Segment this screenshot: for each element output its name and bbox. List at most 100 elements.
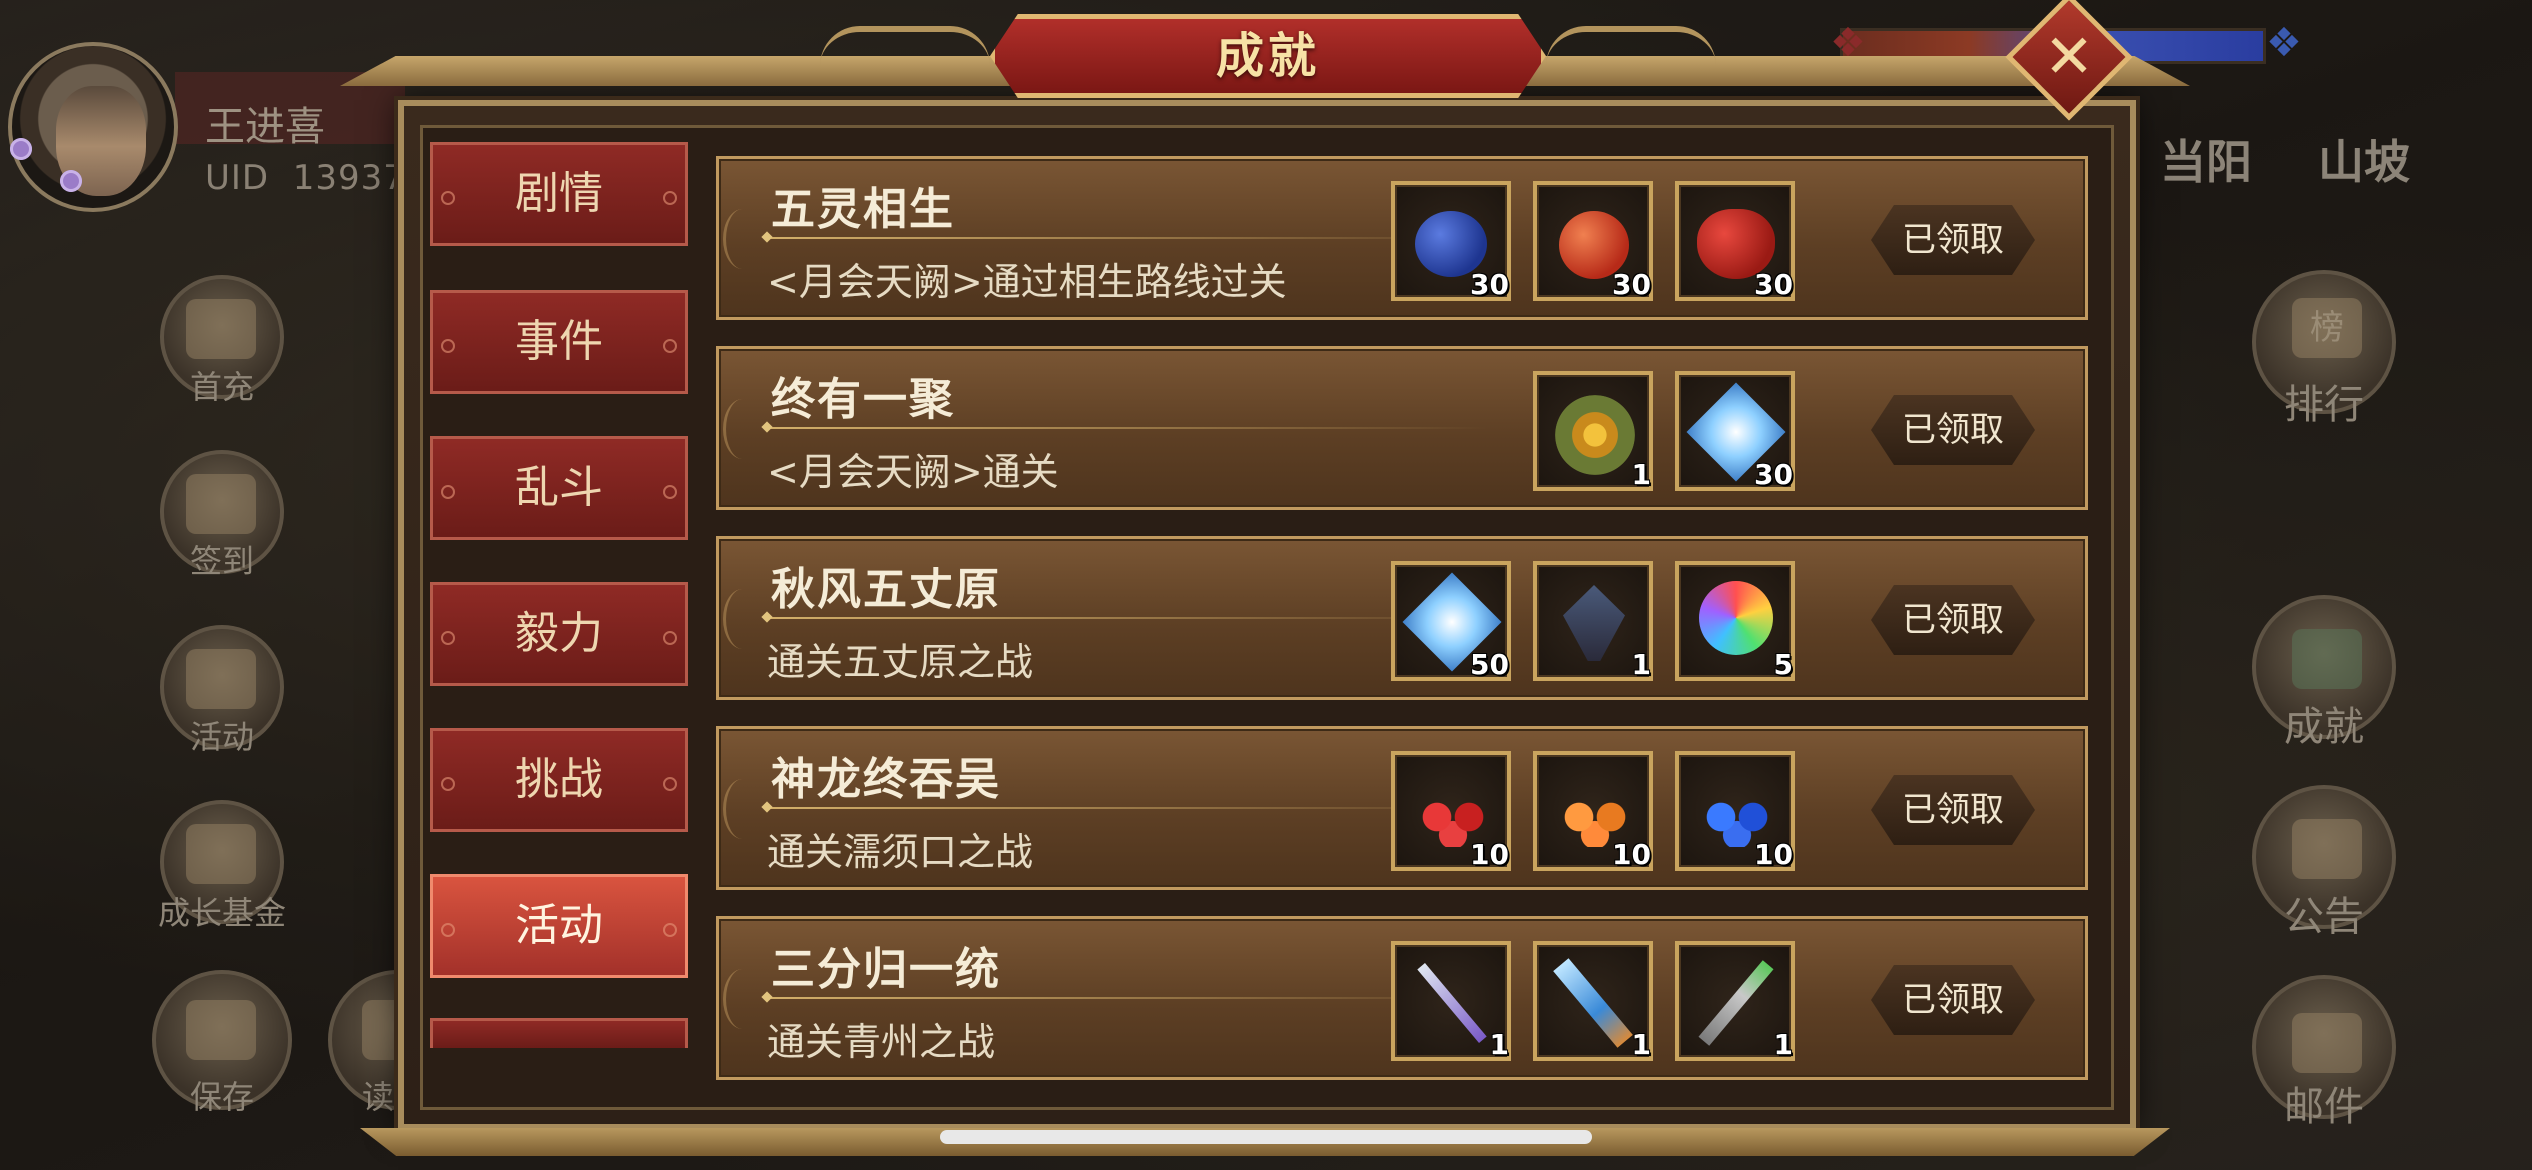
claimed-button[interactable]: 已领取	[1871, 585, 2035, 655]
green-halberd-icon	[1698, 960, 1774, 1046]
menu-label: 签到	[189, 542, 254, 580]
blue-blade-icon	[1553, 958, 1633, 1048]
reward-count: 1	[1631, 1028, 1651, 1061]
menu-label: 排行	[2284, 382, 2364, 428]
flower-decoration-icon	[60, 170, 82, 192]
home-indicator-bar[interactable]	[940, 1130, 1592, 1144]
dark-crossbow-icon	[1563, 585, 1625, 661]
achievement-desc: 通关五丈原之战	[767, 640, 1034, 684]
achievement-desc: 通关青州之战	[767, 1020, 996, 1064]
player-avatar[interactable]	[8, 42, 178, 212]
menu-label: 公告	[2284, 894, 2364, 940]
book-sign-icon	[186, 474, 256, 534]
claimed-button[interactable]: 已领取	[1871, 205, 2035, 275]
reward-slot[interactable]: 30	[1533, 181, 1653, 301]
reward-slot[interactable]: 10	[1675, 751, 1795, 871]
gift-pot-icon	[186, 299, 256, 359]
reward-count: 5	[1773, 648, 1793, 681]
reward-slot[interactable]: 10	[1391, 751, 1511, 871]
title-ornament-right	[1546, 26, 1716, 82]
ranking-icon: 榜	[2292, 298, 2362, 358]
reward-slot[interactable]: 1	[1391, 941, 1511, 1061]
reward-slot[interactable]: 1	[1533, 561, 1653, 681]
plant-fund-icon	[186, 824, 256, 884]
tab-events[interactable]: 事件	[430, 290, 688, 394]
achievement-desc: <月会天阙>通过相生路线过关	[767, 260, 1287, 304]
achievement-row: 秋风五丈原 通关五丈原之战 50 1 5 已领取	[716, 536, 2088, 700]
title-divider	[767, 997, 1487, 999]
location-left: 当阳	[2160, 135, 2252, 189]
swirl-decoration-icon	[723, 779, 762, 839]
claimed-button[interactable]: 已领取	[1871, 965, 2035, 1035]
achievement-row: 神龙终吞吴 通关濡须口之战 10 10 10 已领取	[716, 726, 2088, 890]
menu-label: 首充	[189, 368, 254, 406]
location-right: 山坡	[2318, 135, 2410, 189]
reward-slot[interactable]: 5	[1675, 561, 1795, 681]
reward-slot[interactable]: 30	[1391, 181, 1511, 301]
achievement-title: 秋风五丈原	[771, 564, 1001, 615]
reward-count: 1	[1489, 1028, 1509, 1061]
menu-label: 邮件	[2284, 1084, 2364, 1130]
tab-challenge[interactable]: 挑战	[430, 728, 688, 832]
achievement-desc: 通关濡须口之战	[767, 830, 1034, 874]
tab-story[interactable]: 剧情	[430, 142, 688, 246]
title-divider	[767, 617, 1487, 619]
mail-icon	[2292, 1013, 2362, 1073]
reward-slot[interactable]: 50	[1391, 561, 1511, 681]
achievement-desc: <月会天阙>通关	[767, 450, 1059, 494]
purple-spear-icon	[1417, 963, 1487, 1043]
rainbow-orb-icon	[1699, 581, 1773, 655]
tab-melee[interactable]: 乱斗	[430, 436, 688, 540]
menu-label: 成长基金	[157, 894, 286, 932]
reward-count: 30	[1470, 268, 1509, 301]
reward-count: 50	[1470, 648, 1509, 681]
achievement-title: 三分归一统	[771, 944, 1001, 995]
player-uid: UID 13937	[205, 158, 406, 198]
treasure-icon	[186, 649, 256, 709]
flower-decoration-icon	[10, 138, 32, 160]
achievement-row: 五灵相生 <月会天阙>通过相生路线过关 30 30 30 已领取	[716, 156, 2088, 320]
menu-label: 活动	[189, 718, 254, 756]
claimed-button[interactable]: 已领取	[1871, 395, 2035, 465]
reward-slot[interactable]: 1	[1533, 941, 1653, 1061]
reward-slot[interactable]: 1	[1533, 371, 1653, 491]
claimed-button[interactable]: 已领取	[1871, 775, 2035, 845]
reward-slot[interactable]: 30	[1675, 371, 1795, 491]
achievement-title: 神龙终吞吴	[771, 754, 1001, 805]
reward-slot[interactable]: 30	[1675, 181, 1795, 301]
reward-count: 30	[1754, 458, 1793, 491]
swirl-decoration-icon	[723, 589, 762, 649]
tab-perseverance[interactable]: 毅力	[430, 582, 688, 686]
reward-count: 10	[1612, 838, 1651, 871]
reward-count: 30	[1612, 268, 1651, 301]
reward-slot[interactable]: 10	[1533, 751, 1653, 871]
achievement-title: 终有一聚	[771, 374, 955, 425]
achievement-row: 终有一聚 <月会天阙>通关 1 30 已领取	[716, 346, 2088, 510]
swirl-decoration-icon	[723, 399, 762, 459]
title-divider	[767, 807, 1487, 809]
close-icon[interactable]: ✕	[2024, 12, 2114, 102]
swirl-decoration-icon	[723, 209, 762, 269]
player-card[interactable]: 王进喜 UID 13937	[0, 20, 420, 212]
reward-count: 10	[1754, 838, 1793, 871]
title-divider	[767, 427, 1487, 429]
scroll-announcement-icon	[2292, 819, 2362, 879]
dialog-title: 成就	[1215, 28, 1320, 84]
title-divider	[767, 237, 1487, 239]
reward-count: 1	[1631, 648, 1651, 681]
player-name: 王进喜	[205, 104, 325, 150]
title-ornament-left	[820, 26, 990, 82]
reward-count: 1	[1631, 458, 1651, 491]
reward-count: 30	[1754, 268, 1793, 301]
tab-partial[interactable]	[430, 1018, 688, 1048]
reward-slot[interactable]: 1	[1675, 941, 1795, 1061]
menu-label: 成就	[2284, 704, 2364, 750]
reward-count: 10	[1470, 838, 1509, 871]
golden-flower-icon	[1555, 395, 1635, 475]
save-icon	[186, 1000, 256, 1060]
reward-count: 1	[1773, 1028, 1793, 1061]
achievement-icon	[2292, 629, 2362, 689]
swirl-decoration-icon	[723, 969, 762, 1029]
tab-activity[interactable]: 活动	[430, 874, 688, 978]
achievement-title: 五灵相生	[771, 184, 955, 235]
